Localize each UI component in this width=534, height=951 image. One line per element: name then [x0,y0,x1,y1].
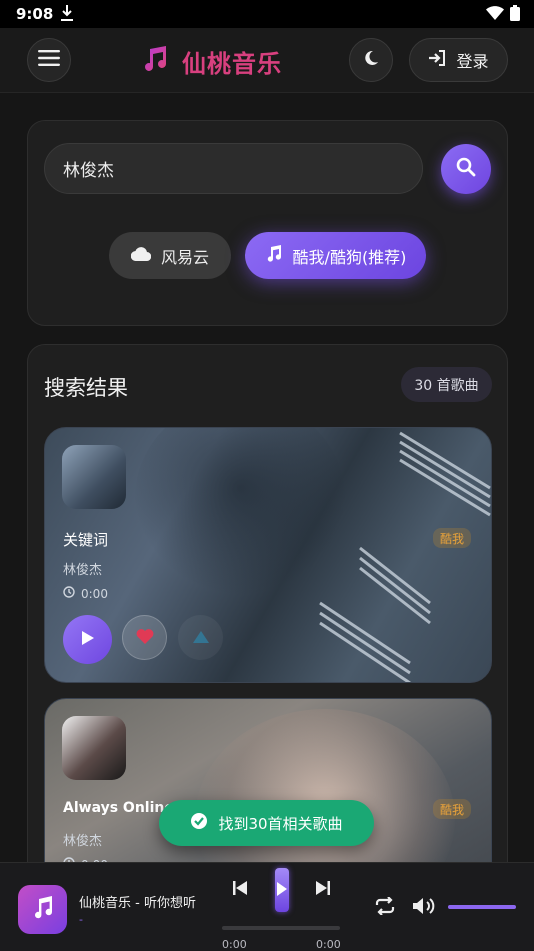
theme-toggle-button[interactable] [349,38,393,82]
search-icon [456,157,476,181]
album-cover [62,445,126,509]
menu-button[interactable] [27,38,71,82]
skip-forward-icon [316,880,330,899]
favorite-button[interactable] [122,615,167,660]
song-title: Always Online [63,800,174,816]
skip-back-icon [233,880,247,899]
play-icon [277,881,287,900]
download-icon [60,4,74,26]
previous-button[interactable] [228,877,252,901]
next-button[interactable] [311,877,335,901]
toast-notification: 找到30首相关歌曲 [159,800,374,846]
status-time: 9:08 [16,5,54,23]
song-artist: 林俊杰 [63,834,103,849]
moon-icon [363,50,379,70]
volume-button[interactable] [412,895,438,921]
play-pause-button[interactable] [275,868,289,912]
music-note-icon [31,895,55,924]
heart-icon [136,628,154,648]
app-name: 仙桃音乐 [182,50,282,78]
source-tag: 酷我 [432,528,471,548]
search-button[interactable] [441,144,491,194]
repeat-icon [374,896,396,919]
source-tag: 酷我 [432,799,471,819]
duration-value: 0:00 [81,586,108,601]
music-player-bar: 仙桃音乐 - 听你想听 - 0:00 0:00 [0,862,534,951]
status-bar: 9:08 [0,0,534,28]
play-button[interactable] [63,615,112,664]
background-decoration [319,431,491,682]
source-kuwo-button[interactable]: 酷我/酷狗(推荐) [245,232,426,279]
song-title: 关键词 [63,531,109,549]
toast-message: 找到30首相关歌曲 [218,814,343,833]
download-button[interactable] [178,615,223,660]
app-logo: 仙桃音乐 [140,44,282,79]
now-playing-artist: - [79,913,83,926]
play-icon [81,630,95,650]
album-cover [62,716,126,780]
search-panel: 风易云 酷我/酷狗(推荐) [27,120,508,326]
battery-icon [510,5,520,25]
check-circle-icon [190,812,208,834]
source-kuwo-label: 酷我/酷狗(推荐) [292,247,407,267]
cloud-icon [130,246,152,265]
total-time: 0:00 [316,938,341,951]
login-button[interactable]: 登录 [409,38,508,82]
song-artist: 林俊杰 [63,563,103,578]
repeat-button[interactable] [372,895,398,921]
results-count-badge: 30 首歌曲 [401,367,492,402]
clock-icon [63,586,75,601]
source-netease-label: 风易云 [160,247,209,267]
song-duration: 0:00 [63,586,108,601]
song-card[interactable]: 关键词 酷我 林俊杰 0:00 [44,427,492,683]
app-header: 仙桃音乐 登录 [0,28,534,93]
results-title: 搜索结果 [44,376,128,400]
login-label: 登录 [456,52,489,71]
search-input[interactable] [44,143,423,194]
wifi-icon [486,6,504,24]
sign-in-icon [428,50,446,70]
music-note-icon [265,244,283,267]
hamburger-icon [38,50,60,70]
current-time: 0:00 [222,938,247,951]
now-playing-title: 仙桃音乐 - 听你想听 [79,896,196,911]
source-netease-button[interactable]: 风易云 [109,232,231,279]
triangle-icon [192,628,209,647]
progress-bar[interactable] [222,926,340,930]
volume-icon [413,897,437,919]
volume-slider[interactable] [448,905,516,909]
player-artwork [18,885,67,934]
volume-level [448,905,516,909]
music-note-icon [140,45,170,79]
